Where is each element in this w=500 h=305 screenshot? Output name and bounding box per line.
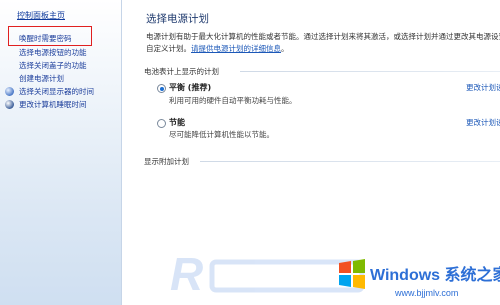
main-content: 选择电源计划 电源计划有助于最大化计算机的性能或者节能。通过选择计划来将其激活，… bbox=[128, 0, 500, 305]
power-saver-change-settings-link[interactable]: 更改计划设置 bbox=[466, 117, 500, 128]
power-saver-plan-radio[interactable] bbox=[157, 119, 166, 128]
plan-details-link[interactable]: 请提供电源计划的详细信息 bbox=[191, 44, 281, 53]
balanced-plan-name[interactable]: 平衡 (推荐) bbox=[169, 82, 211, 93]
nav-label: 选择电源按钮的功能 bbox=[19, 48, 87, 57]
power-saver-plan-description: 尽可能降低计算机性能以节能。 bbox=[169, 130, 274, 139]
red-highlight-box bbox=[8, 26, 92, 46]
balanced-change-settings-link[interactable]: 更改计划设置 bbox=[466, 82, 500, 93]
section-divider bbox=[200, 161, 500, 162]
left-nav-pane: 控制面板主页 唤醒时需要密码 选择电源按钮的功能 选择关闭盖子的功能 创建电源计… bbox=[0, 0, 122, 305]
description-end: 。 bbox=[281, 44, 289, 53]
nav-label: 更改计算机睡眠时间 bbox=[19, 100, 87, 109]
page-title: 选择电源计划 bbox=[146, 13, 209, 25]
choose-lid-close-action-link[interactable]: 选择关闭盖子的功能 bbox=[0, 59, 121, 72]
nav-label: 选择关闭盖子的功能 bbox=[19, 61, 87, 70]
section-divider bbox=[240, 71, 500, 72]
control-panel-home-link[interactable]: 控制面板主页 bbox=[17, 10, 65, 21]
balanced-plan-radio[interactable] bbox=[157, 84, 166, 93]
battery-meter-plans-header: 电池表计上显示的计划 bbox=[144, 67, 219, 76]
balanced-plan-description: 利用可用的硬件自动平衡功耗与性能。 bbox=[169, 96, 297, 105]
nav-label: 选择关闭显示器的时间 bbox=[19, 87, 94, 96]
page-description: 电源计划有助于最大化计算机的性能或者节能。通过选择计划来将其激活，或选择计划并通… bbox=[146, 31, 500, 55]
power-saver-plan-name[interactable]: 节能 bbox=[169, 117, 185, 128]
sleep-moon-icon bbox=[5, 100, 14, 109]
choose-power-button-action-link[interactable]: 选择电源按钮的功能 bbox=[0, 46, 121, 59]
monitor-icon bbox=[5, 87, 14, 96]
show-additional-plans-header[interactable]: 显示附加计划 bbox=[144, 156, 189, 167]
nav-label: 创建电源计划 bbox=[19, 74, 64, 83]
create-power-plan-link[interactable]: 创建电源计划 bbox=[0, 72, 121, 85]
change-sleep-time-link[interactable]: 更改计算机睡眠时间 bbox=[0, 98, 121, 111]
turn-off-display-time-link[interactable]: 选择关闭显示器的时间 bbox=[0, 85, 121, 98]
